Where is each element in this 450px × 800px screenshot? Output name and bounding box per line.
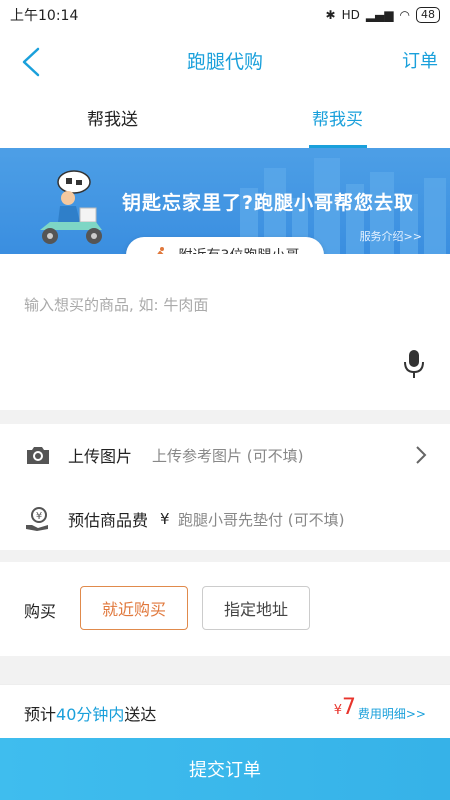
estimate-fee-hint: 跑腿小哥先垫付 (可不填) [178, 510, 345, 529]
delivery-estimate-bar: 预计40分钟内送达 ¥7 费用明细>> [0, 684, 450, 739]
network-label: HD [341, 8, 360, 22]
upload-section: 上传图片 上传参考图片 (可不填) ¥ 预估商品费 ¥ 跑腿小哥先垫付 (可不填… [0, 424, 450, 550]
goods-placeholder: 输入想买的商品, 如: 牛肉面 [24, 296, 209, 314]
upload-image-row[interactable]: 上传图片 上传参考图片 (可不填) [0, 424, 450, 486]
delivery-price: ¥7 [334, 695, 356, 720]
upload-image-label: 上传图片 [68, 447, 133, 466]
delivery-rider-illustration [40, 170, 102, 244]
status-bar: 上午10:14 ✱ HD ▂▄▆ ◠ 48 [0, 0, 450, 30]
page-title: 跑腿代购 [186, 51, 263, 73]
specify-address-button[interactable]: 指定地址 [202, 586, 310, 630]
price-value: 7 [342, 695, 356, 720]
estimate-time: 40分钟内 [56, 705, 125, 724]
tab-send-for-me[interactable]: 帮我送 [0, 94, 225, 148]
tab-bar: 帮我送 帮我买 [0, 94, 450, 148]
status-time: 上午10:14 [10, 8, 79, 24]
price-symbol: ¥ [333, 703, 342, 718]
buy-method-section: 购买 就近购买 指定地址 [0, 562, 450, 656]
service-intro-link[interactable]: 服务介绍>> [360, 228, 422, 244]
microphone-icon[interactable] [402, 348, 426, 380]
wifi-icon: ◠ [399, 8, 410, 22]
fee-detail-link[interactable]: 费用明细>> [358, 705, 426, 722]
estimate-prefix: 预计 [24, 705, 57, 724]
svg-text:¥: ¥ [36, 511, 42, 522]
estimate-fee-label: 预估商品费 [68, 511, 149, 530]
upload-image-hint: 上传参考图片 (可不填) [152, 446, 304, 465]
estimate-fee-row[interactable]: ¥ 预估商品费 ¥ 跑腿小哥先垫付 (可不填) [0, 488, 450, 550]
chevron-right-icon [416, 446, 427, 464]
bluetooth-icon: ✱ [325, 8, 336, 22]
battery-icon: 48 [416, 7, 440, 23]
money-hand-icon: ¥ [26, 507, 48, 531]
submit-order-button[interactable]: 提交订单 [0, 738, 450, 800]
goods-input[interactable]: 输入想买的商品, 如: 牛肉面 [0, 254, 450, 410]
delivery-estimate: 预计40分钟内送达 [24, 701, 156, 725]
banner-slogan: 钥匙忘家里了?跑腿小哥帮您去取 [122, 192, 415, 214]
nav-bar: 跑腿代购 订单 [0, 30, 450, 94]
buy-label: 购买 [24, 602, 57, 621]
buy-nearby-button[interactable]: 就近购买 [80, 586, 188, 630]
currency-symbol: ¥ [160, 510, 170, 528]
signal-icon: ▂▄▆ [365, 8, 394, 22]
tab-buy-for-me[interactable]: 帮我买 [225, 94, 450, 148]
camera-icon [27, 447, 49, 464]
estimate-suffix: 送达 [124, 705, 157, 724]
status-icons: ✱ HD ▂▄▆ ◠ 48 [325, 7, 440, 23]
orders-link[interactable]: 订单 [402, 30, 438, 94]
